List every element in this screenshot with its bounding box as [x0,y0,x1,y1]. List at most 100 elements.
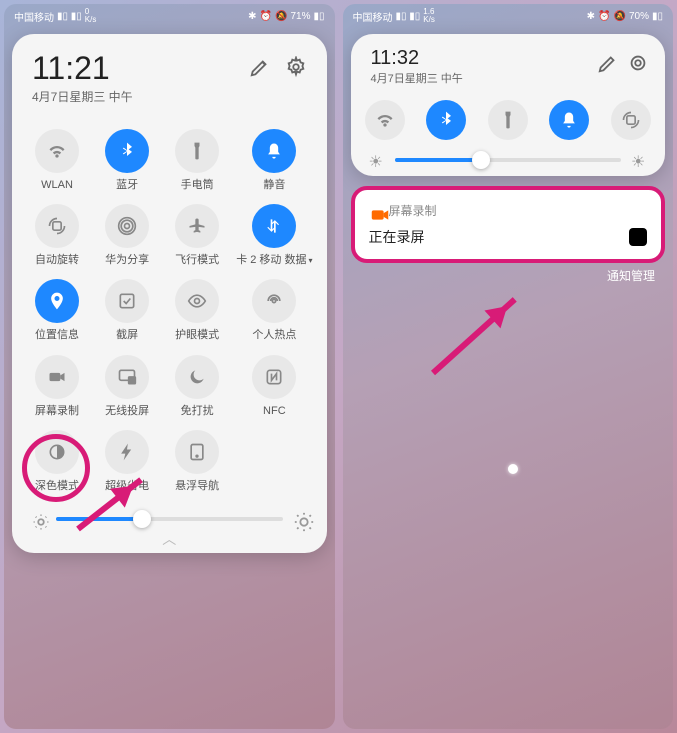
carrier-label: 中国移动 [14,9,54,24]
tile-screen-record[interactable]: 屏幕录制 [26,355,88,418]
settings-icon[interactable] [285,56,307,78]
dark-icon[interactable] [35,430,79,474]
tile-bluetooth[interactable]: 蓝牙 [96,129,158,192]
tile-dark[interactable]: 深色模式 [26,430,88,493]
tile-data[interactable]: 卡 2 移动 数据▾ [236,204,312,267]
tile-label: 悬浮导航 [175,480,219,493]
wifi-icon[interactable] [35,129,79,173]
flashlight-icon[interactable] [175,129,219,173]
hotspot-icon[interactable] [252,279,296,323]
bell-off-icon[interactable] [549,100,589,140]
tile-hotspot[interactable]: 个人热点 [236,279,312,342]
tile-huawei-share[interactable]: 华为分享 [96,204,158,267]
brightness-low-icon: ☀ [369,152,385,168]
nfc-icon[interactable] [252,355,296,399]
tile-float-nav[interactable]: 悬浮导航 [166,430,228,493]
tile-label: 无线投屏 [105,405,149,418]
tile-label: 截屏 [116,329,138,342]
edit-icon[interactable] [597,52,615,70]
tile-mute[interactable]: 静音 [236,129,312,192]
clock-time: 11:21 [32,52,133,84]
notification-title: 正在录屏 [369,227,425,247]
tile-nfc[interactable]: NFC [236,355,312,418]
bluetooth-status-icon: ✱ [587,11,595,22]
tile-label: 静音 [263,179,285,192]
status-bar: 中国移动 ▮▯ ▮▯ 0 K/s ✱ ⏰ 🔕 71% ▮▯ [4,4,335,28]
tile-wlan[interactable]: WLAN [26,129,88,192]
plane-icon[interactable] [175,204,219,248]
screenshot-icon[interactable] [105,279,149,323]
edit-icon[interactable] [249,56,271,78]
moon-icon[interactable] [175,355,219,399]
signal-icons: ▮▯ ▮▯ [396,11,421,22]
eye-icon[interactable] [175,279,219,323]
tile-label: 蓝牙 [116,179,138,192]
rotate-icon[interactable] [611,100,651,140]
net-speed: 1.6 K/s [423,8,435,24]
tile-mute[interactable] [549,100,589,140]
status-bar: 中国移动 ▮▯ ▮▯ 1.6 K/s ✱ ⏰ 🔕 70% ▮▯ [343,4,674,28]
tile-airplane[interactable]: 飞行模式 [166,204,228,267]
pin-icon[interactable] [35,279,79,323]
phone-right: 中国移动 ▮▯ ▮▯ 1.6 K/s ✱ ⏰ 🔕 70% ▮▯ 11:32 4月… [343,4,674,729]
brightness-high-icon: ☀ [631,152,647,168]
share-icon[interactable] [105,204,149,248]
tile-flashlight[interactable]: 手电筒 [166,129,228,192]
rotate-icon[interactable] [35,204,79,248]
brightness-slider[interactable] [26,511,313,527]
tile-label: 个人热点 [252,329,296,342]
panel-grabber[interactable]: ︿ [26,535,313,543]
clock-time: 11:32 [371,48,463,68]
brightness-thumb[interactable] [472,151,490,169]
bluetooth-icon[interactable] [426,100,466,140]
tile-wlan[interactable] [365,100,405,140]
wifi-icon[interactable] [365,100,405,140]
tile-battery-saver[interactable]: 超级省电 [96,430,158,493]
alarm-status-icon: ⏰ [260,11,272,22]
tile-label: NFC [263,405,286,418]
tile-label: 屏幕录制 [35,405,79,418]
data-icon[interactable] [252,204,296,248]
recording-notification[interactable]: 屏幕录制 正在录屏 [351,186,666,263]
tile-flashlight[interactable] [488,100,528,140]
stop-recording-button[interactable] [629,228,647,246]
tiles-grid: WLAN 蓝牙 手电筒静音自动旋转华为分享 飞行模式卡 2 移动 数据▾ 位置信息 截屏 护… [26,129,313,493]
touch-indicator [508,464,518,474]
cast-icon[interactable] [105,355,149,399]
brightness-high-icon [293,511,309,527]
tile-rotate[interactable]: 自动旋转 [26,204,88,267]
tile-cast[interactable]: 无线投屏 [96,355,158,418]
tile-dnd[interactable]: 免打扰 [166,355,228,418]
notification-manage-link[interactable]: 通知管理 [343,263,674,284]
tile-bluetooth[interactable] [426,100,466,140]
tile-screenshot[interactable]: 截屏 [96,279,158,342]
brightness-slider[interactable]: ☀ ☀ [365,152,652,168]
brightness-thumb[interactable] [133,510,151,528]
bolt-icon[interactable] [105,430,149,474]
settings-icon[interactable] [627,52,645,70]
tile-label: 免打扰 [181,405,214,418]
record-icon[interactable] [35,355,79,399]
tile-eye[interactable]: 护眼模式 [166,279,228,342]
clock-date: 4月7日星期三 中午 [32,88,133,105]
net-speed: 0 K/s [85,8,97,24]
bluetooth-icon[interactable] [105,129,149,173]
bell-off-icon[interactable] [252,129,296,173]
phone-left: 中国移动 ▮▯ ▮▯ 0 K/s ✱ ⏰ 🔕 71% ▮▯ 11:21 4月7日… [4,4,335,729]
clock-date: 4月7日星期三 中午 [371,70,463,86]
tile-label: WLAN [41,179,73,192]
battery-icon: ▮▯ [652,11,663,22]
tile-label: 护眼模式 [175,329,219,342]
notification-app-name: 屏幕录制 [389,202,437,219]
tile-label: 深色模式 [35,480,79,493]
flashlight-icon[interactable] [488,100,528,140]
float-icon[interactable] [175,430,219,474]
tile-rotate[interactable] [611,100,651,140]
signal-icons: ▮▯ ▮▯ [57,11,82,22]
battery-percent: 71% [290,11,310,22]
tile-label: 超级省电 [105,480,149,493]
tile-label: 华为分享 [105,254,149,267]
tile-label: 位置信息 [35,329,79,342]
annotation-arrow [430,297,516,375]
tile-location[interactable]: 位置信息 [26,279,88,342]
